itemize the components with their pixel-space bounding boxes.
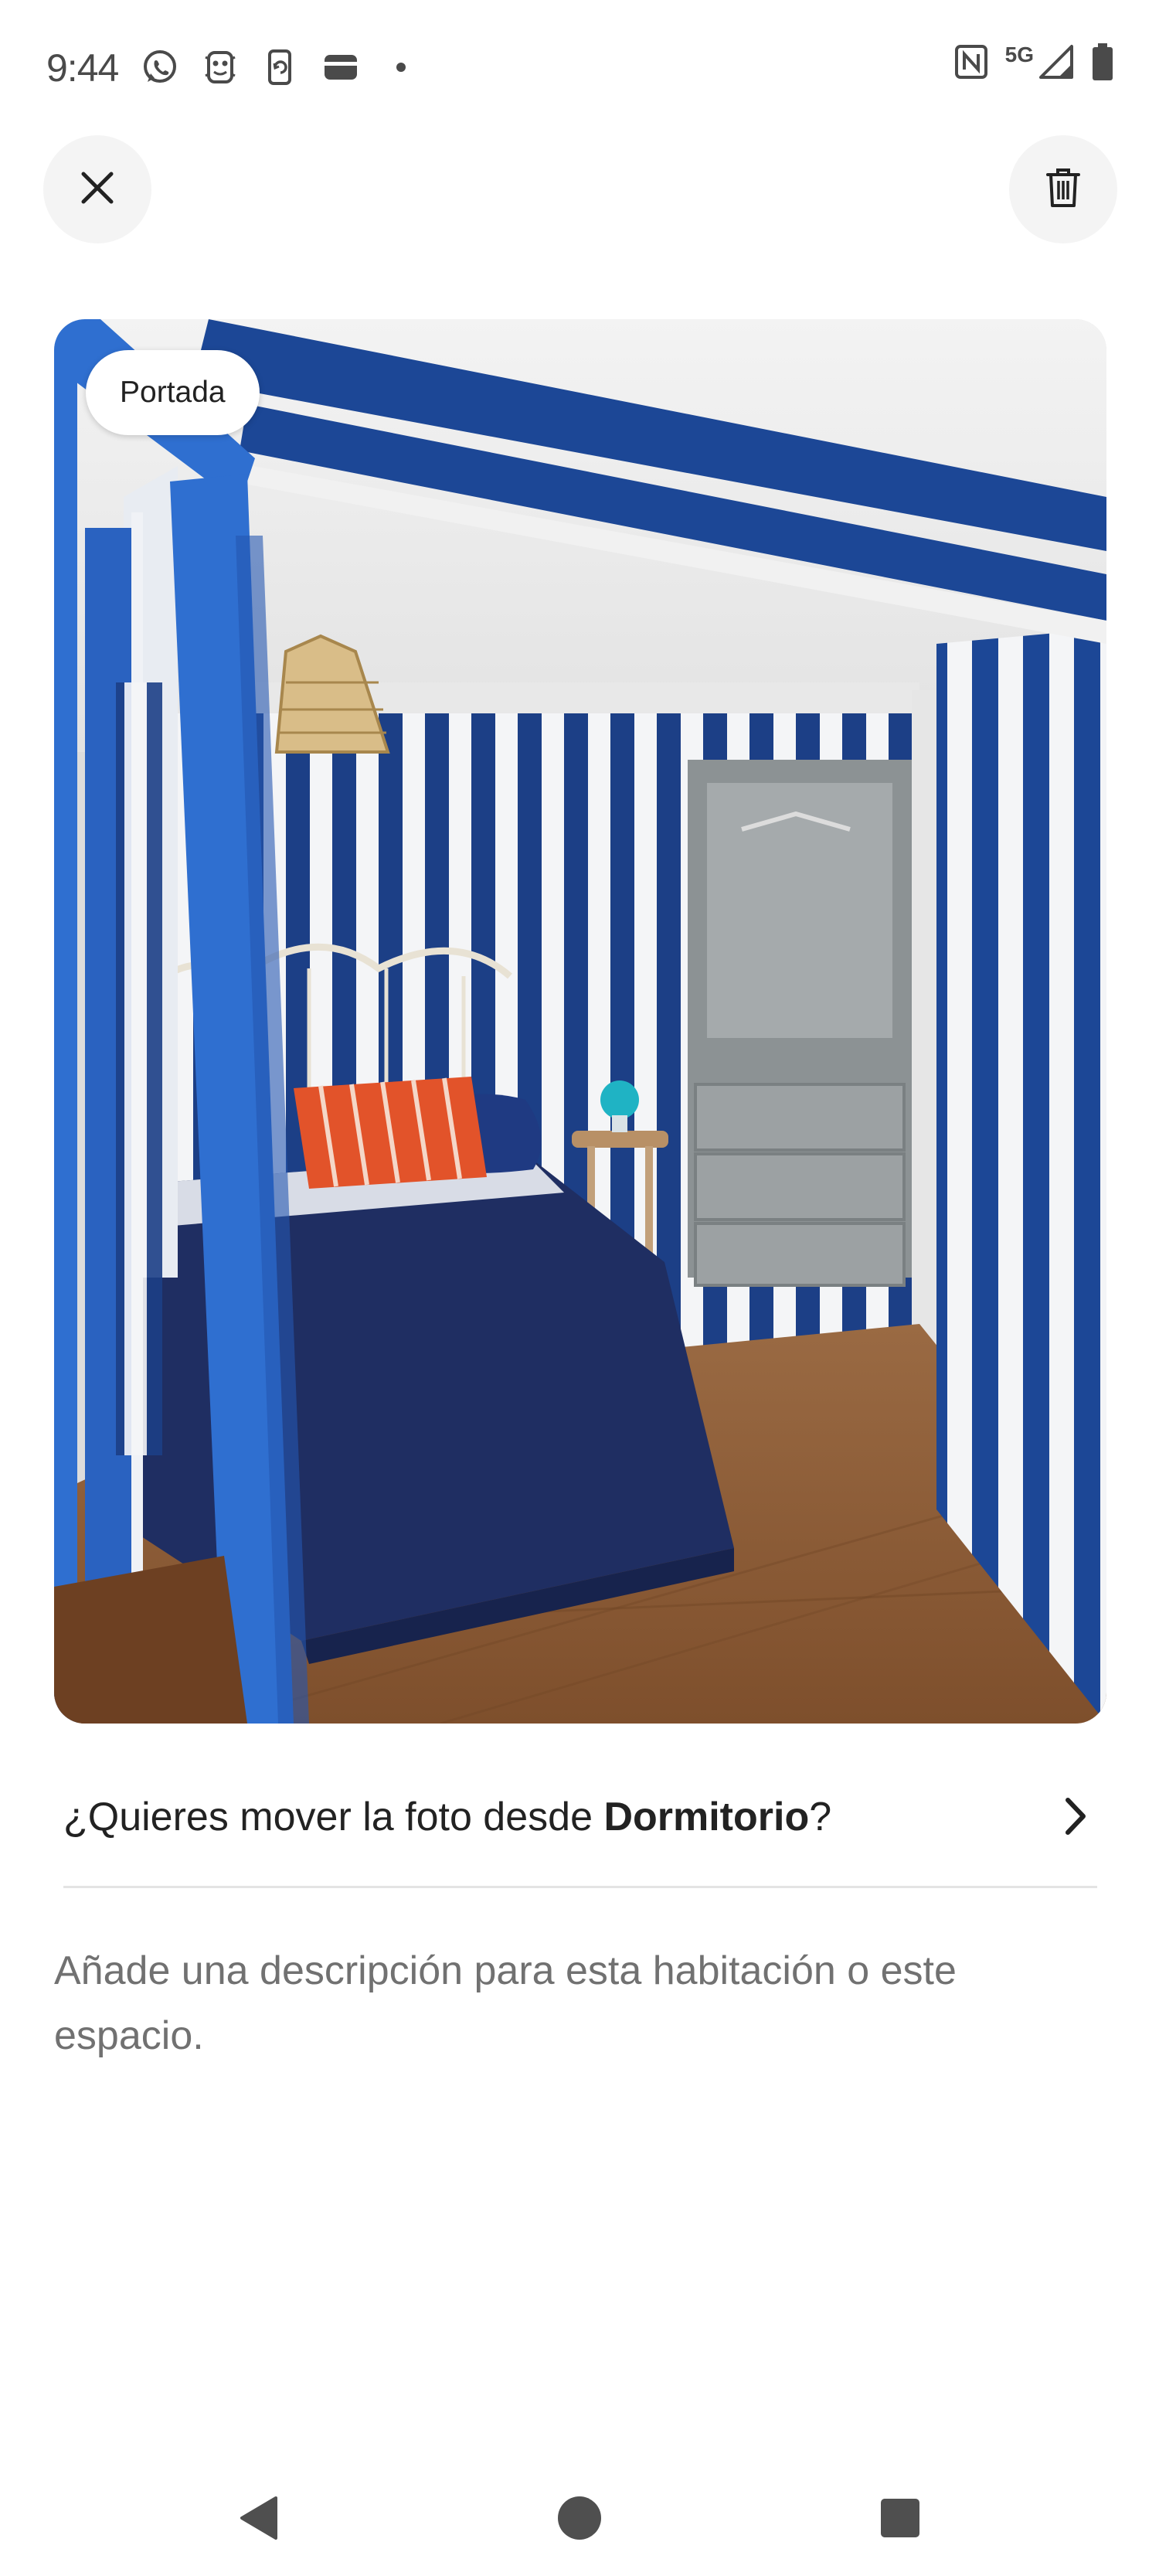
more-dot-icon: [380, 46, 422, 88]
network-type-label: 5G: [1004, 42, 1034, 66]
status-system-icons: 5G: [954, 43, 1114, 85]
wallet-icon: [320, 46, 362, 88]
nav-recents-button[interactable]: [869, 2489, 931, 2550]
system-navigation-bar: [0, 2458, 1159, 2576]
section-divider: [63, 1886, 1097, 1888]
recents-icon: [879, 2497, 921, 2543]
bedroom-photo-image: [54, 319, 1106, 1724]
current-room-name: Dormitorio: [603, 1795, 810, 1839]
back-icon: [237, 2495, 280, 2545]
app-notification-icon: [199, 46, 241, 88]
chevron-right-icon: [1052, 1793, 1099, 1839]
cover-photo-badge: Portada: [86, 350, 260, 435]
trash-icon: [1045, 168, 1081, 212]
status-time: 9:44: [46, 46, 119, 90]
move-photo-suffix: ?: [809, 1795, 832, 1839]
status-bar: 9:44 5G: [0, 0, 1159, 135]
move-photo-text: ¿Quieres mover la foto desde Dormitorio?: [63, 1792, 831, 1843]
listing-photo[interactable]: Portada: [54, 319, 1106, 1724]
status-notification-icons: [139, 46, 422, 88]
move-photo-row[interactable]: ¿Quieres mover la foto desde Dormitorio?: [63, 1778, 1099, 1855]
nav-home-button[interactable]: [549, 2489, 610, 2550]
signal-icon: [1038, 44, 1074, 83]
description-input[interactable]: Añade una descripción para esta habitaci…: [54, 1938, 1089, 2068]
close-button[interactable]: [43, 135, 151, 243]
close-icon: [80, 170, 115, 209]
delete-photo-button[interactable]: [1009, 135, 1117, 243]
whatsapp-icon: [139, 46, 181, 88]
phone-sync-icon: [260, 46, 301, 88]
battery-icon: [1091, 43, 1114, 85]
nav-back-button[interactable]: [228, 2489, 290, 2550]
home-icon: [556, 2495, 603, 2545]
move-photo-prefix: ¿Quieres mover la foto desde: [63, 1795, 604, 1839]
nfc-icon: [954, 44, 988, 83]
